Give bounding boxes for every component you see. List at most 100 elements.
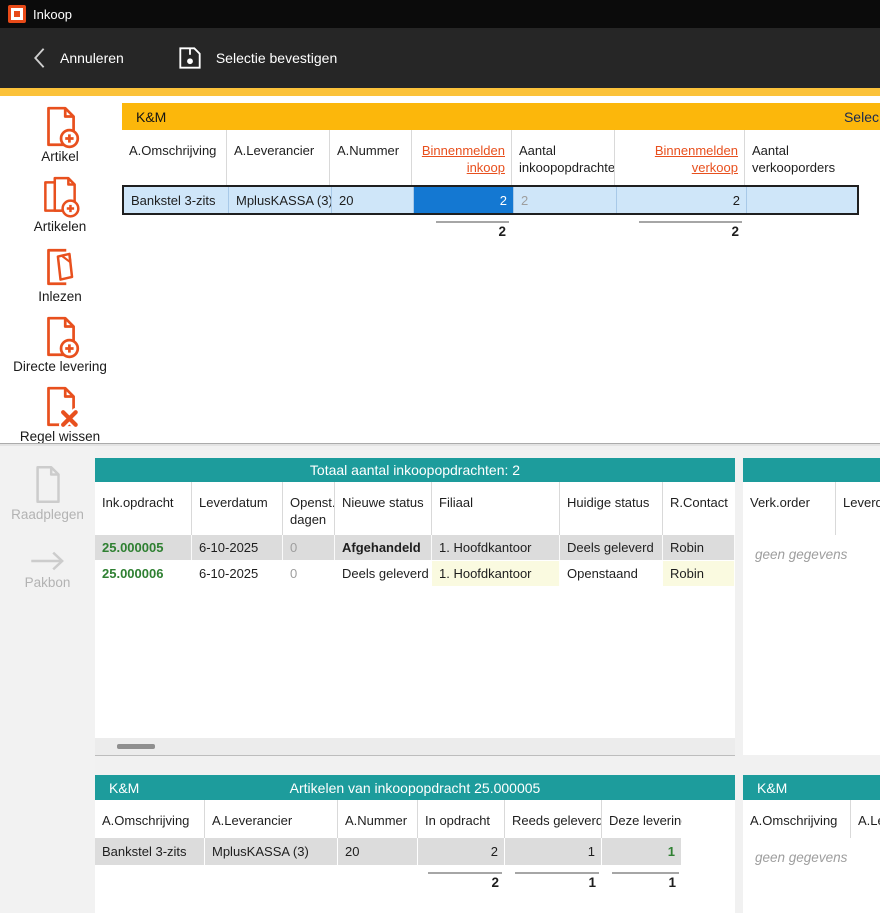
articles-table-title: Artikelen van inkoopopdracht 25.000005 <box>290 780 541 796</box>
cell-leverdatum: 6-10-2025 <box>192 561 283 586</box>
orders-table: Totaal aantal inkoopopdrachten: 2 Ink.op… <box>95 458 735 756</box>
column-header-binnenmelden-inkoop[interactable]: Binnenmeldeninkoop <box>412 130 512 185</box>
articles-table-totals-row: 2 1 1 <box>95 867 682 890</box>
window-title: Inkoop <box>33 7 72 22</box>
sidebar-item-label: Pakbon <box>25 576 71 590</box>
column-header: R.Contact <box>663 482 735 535</box>
cell-nummer[interactable]: 20 <box>332 187 414 213</box>
order-articles-table: K&M Artikelen van inkoopopdracht 25.0000… <box>95 775 735 913</box>
column-header: In opdracht <box>418 800 505 838</box>
cell-nieuwe-status: Afgehandeld <box>335 535 432 560</box>
group-label: K&M <box>136 109 166 125</box>
cell-omschrijving[interactable]: Bankstel 3-zits <box>124 187 229 213</box>
column-header: Verk.order <box>743 482 836 535</box>
cell-huidige-status: Openstaand <box>560 561 663 586</box>
cell-nieuwe-status: Deels geleverd <box>335 561 432 586</box>
sidebar-item-artikelen[interactable]: Artikelen <box>34 174 87 234</box>
top-articles-table: K&M Selec A.Omschrijving A.Leverancier A… <box>122 103 880 239</box>
confirm-selection-label: Selectie bevestigen <box>216 50 337 66</box>
column-header: A.Omschrijving <box>95 800 205 838</box>
total-inkoop: 2 <box>412 217 512 239</box>
document-delete-icon <box>37 384 83 430</box>
column-header: Deze levering <box>602 800 682 838</box>
cell-binnenmelden-inkoop-selected[interactable]: 2 <box>414 187 514 213</box>
order-row-selected[interactable]: 25.000005 6-10-2025 0 Afgehandeld 1. Hoo… <box>95 535 735 560</box>
column-header: A.Nummer <box>338 800 418 838</box>
cell-reeds-geleverd: 1 <box>505 838 602 865</box>
cell-deze-levering: 1 <box>602 838 682 865</box>
orders-table-title-bar: Totaal aantal inkoopopdrachten: 2 <box>95 458 735 482</box>
sales-orders-panel: Verk.order Leverdat geen gegevens <box>743 458 880 755</box>
total-deze-levering: 1 <box>602 867 682 890</box>
document-add-icon <box>37 314 83 360</box>
secondary-sidebar: Raadplegen Pakbon <box>0 446 95 913</box>
column-header: Reeds geleverd <box>505 800 602 838</box>
column-header-binnenmelden-verkoop[interactable]: Binnenmeldenverkoop <box>615 130 745 185</box>
cell-order-number: 25.000006 <box>95 561 192 586</box>
sidebar-item-artikel[interactable]: Artikel <box>37 104 83 164</box>
sidebar-item-directe-levering[interactable]: Directe levering <box>13 314 107 374</box>
column-header: Leverdatum <box>192 482 283 535</box>
accent-divider <box>0 88 880 96</box>
selection-section: Artikel Artikelen Inlezen <box>0 96 880 443</box>
column-header: A.Nummer <box>330 130 412 185</box>
sales-panel-column-headers: Verk.order Leverdat <box>743 482 880 535</box>
cell-nummer: 20 <box>338 838 418 865</box>
save-icon <box>176 44 204 72</box>
article-row-selected[interactable]: Bankstel 3-zits MplusKASSA (3) 20 2 1 1 <box>95 838 682 865</box>
cell-contact: Robin <box>663 561 735 586</box>
column-header: A.Leverancier <box>205 800 338 838</box>
sidebar-item-label: Regel wissen <box>20 430 100 444</box>
cell-binnenmelden-verkoop[interactable]: 2 <box>617 187 747 213</box>
sidebar-item-label: Artikel <box>41 150 79 164</box>
document-import-icon <box>37 244 83 290</box>
sidebar-item-label: Inlezen <box>38 290 82 304</box>
group-label: K&M <box>757 780 787 796</box>
cell-leverdatum: 6-10-2025 <box>192 535 283 560</box>
action-sidebar: Artikel Artikelen Inlezen <box>0 96 120 443</box>
cell-filiaal: 1. Hoofdkantoor <box>432 535 560 560</box>
top-table-column-headers: A.Omschrijving A.Leverancier A.Nummer Bi… <box>122 130 855 185</box>
orders-table-title: Totaal aantal inkoopopdrachten: 2 <box>310 462 520 478</box>
top-table-header-bar: K&M Selec <box>122 103 880 130</box>
order-row[interactable]: 25.000006 6-10-2025 0 Deels geleverd 1. … <box>95 561 735 586</box>
sidebar-item-label: Artikelen <box>34 220 87 234</box>
total-in-opdracht: 2 <box>418 867 505 890</box>
column-header: A.Leverancier <box>227 130 330 185</box>
column-header: Openst. dagen <box>283 482 335 535</box>
documents-add-icon <box>37 174 83 220</box>
inkoop-window: Inkoop Annuleren Selectie bevestigen <box>0 0 880 913</box>
column-header: Filiaal <box>432 482 560 535</box>
sales-panel-title-bar <box>743 458 880 482</box>
cancel-button[interactable]: Annuleren <box>18 37 136 79</box>
orders-table-column-headers: Ink.opdracht Leverdatum Openst. dagen Ni… <box>95 482 735 535</box>
sidebar-item-inlezen[interactable]: Inlezen <box>37 244 83 304</box>
cell-leverancier[interactable]: MplusKASSA (3) <box>229 187 332 213</box>
linked-panel-column-headers: A.Omschrijving A.Le <box>743 800 880 838</box>
articles-table-column-headers: A.Omschrijving A.Leverancier A.Nummer In… <box>95 800 682 838</box>
cell-huidige-status: Deels geleverd <box>560 535 663 560</box>
titlebar: Inkoop <box>0 0 880 28</box>
horizontal-scrollbar[interactable] <box>95 738 735 755</box>
column-header: Nieuwe status <box>335 482 432 535</box>
cancel-label: Annuleren <box>60 50 124 66</box>
sidebar-item-pakbon[interactable]: Pakbon <box>25 546 71 590</box>
sidebar-item-label: Raadplegen <box>11 508 84 522</box>
app-logo-icon <box>8 5 26 23</box>
horizontal-scrollbar-thumb[interactable] <box>117 744 155 749</box>
column-header: A.Le <box>851 800 880 838</box>
toolbar: Annuleren Selectie bevestigen <box>0 28 880 88</box>
sidebar-item-raadplegen[interactable]: Raadplegen <box>11 462 84 522</box>
confirm-selection-button[interactable]: Selectie bevestigen <box>164 36 349 80</box>
total-verkoop: 2 <box>615 217 745 239</box>
sidebar-item-regel-wissen[interactable]: Regel wissen <box>20 384 100 444</box>
cell-filiaal: 1. Hoofdkantoor <box>432 561 560 586</box>
orders-section: Raadplegen Pakbon Totaal aantal inkoopop… <box>0 446 880 913</box>
column-header: A.Omschrijving <box>122 130 227 185</box>
cell-aantal-inkoopopdrachten[interactable]: 2 <box>514 187 617 213</box>
linked-panel-title-bar: K&M <box>743 775 880 800</box>
table-row-selected[interactable]: Bankstel 3-zits MplusKASSA (3) 20 2 2 2 <box>122 185 859 215</box>
document-icon <box>24 462 70 508</box>
cell-openstaande-dagen: 0 <box>283 561 335 586</box>
cell-aantal-verkooporders[interactable] <box>747 187 857 213</box>
